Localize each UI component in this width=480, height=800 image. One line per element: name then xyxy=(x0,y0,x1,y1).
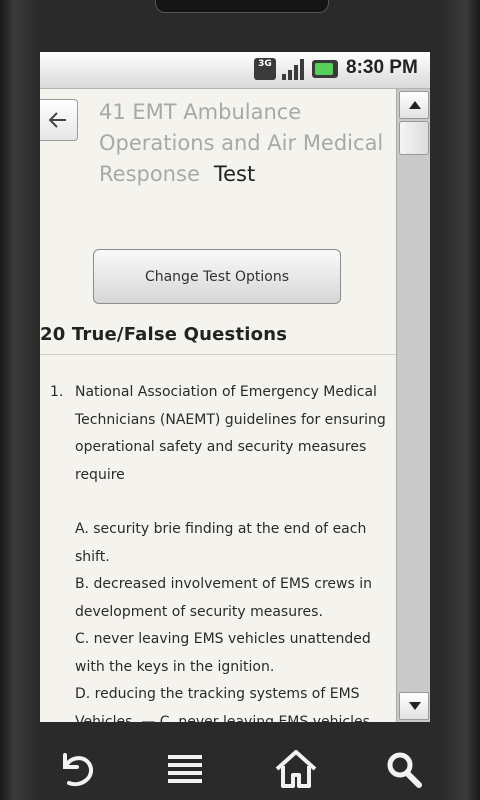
search-icon xyxy=(387,752,422,788)
option-a: A. security brie finding at the end of e… xyxy=(75,521,367,565)
option-b: B. decreased involvement of EMS crews in… xyxy=(75,576,372,620)
question-text: National Association of Emergency Medica… xyxy=(75,384,386,483)
question-number: 1. xyxy=(50,384,64,400)
menu-icon xyxy=(168,755,202,783)
section-heading: 20 True/False Questions xyxy=(40,324,288,345)
back-icon xyxy=(63,753,93,787)
change-test-options-button[interactable]: Change Test Options xyxy=(93,249,341,304)
scrollbar[interactable] xyxy=(396,89,430,722)
navigation-bar xyxy=(0,735,480,800)
divider xyxy=(40,354,396,355)
network-3g-icon: 3G xyxy=(254,58,276,80)
back-nav-button[interactable] xyxy=(55,747,105,793)
option-d: D. reducing the tracking systems of EMS … xyxy=(75,686,370,722)
question-item: 1. National Association of Emergency Med… xyxy=(50,379,386,722)
arrow-left-icon xyxy=(49,112,66,128)
back-button[interactable] xyxy=(40,99,78,141)
signal-strength-icon xyxy=(282,58,306,80)
search-nav-button[interactable] xyxy=(381,747,431,793)
test-content[interactable]: 41 EMT Ambulance Operations and Air Medi… xyxy=(40,89,396,722)
scroll-down-button[interactable] xyxy=(399,692,429,720)
battery-icon xyxy=(312,60,338,78)
scroll-up-button[interactable] xyxy=(399,91,429,119)
home-nav-button[interactable] xyxy=(273,747,323,793)
option-c: C. never leaving EMS vehicles unattended… xyxy=(75,631,371,675)
menu-nav-button[interactable] xyxy=(162,747,212,793)
status-time: 8:30 PM xyxy=(346,57,418,78)
screen: 3G 8:30 PM 41 EMT Ambulance Operations a… xyxy=(40,52,430,722)
home-icon xyxy=(275,750,317,788)
page-title: 41 EMT Ambulance Operations and Air Medi… xyxy=(99,97,396,190)
test-title-suffix: Test xyxy=(213,162,256,186)
scroll-thumb[interactable] xyxy=(399,121,429,155)
earpiece-speaker xyxy=(155,0,329,13)
status-bar: 3G 8:30 PM xyxy=(40,52,430,89)
device-frame: 3G 8:30 PM 41 EMT Ambulance Operations a… xyxy=(0,0,480,800)
